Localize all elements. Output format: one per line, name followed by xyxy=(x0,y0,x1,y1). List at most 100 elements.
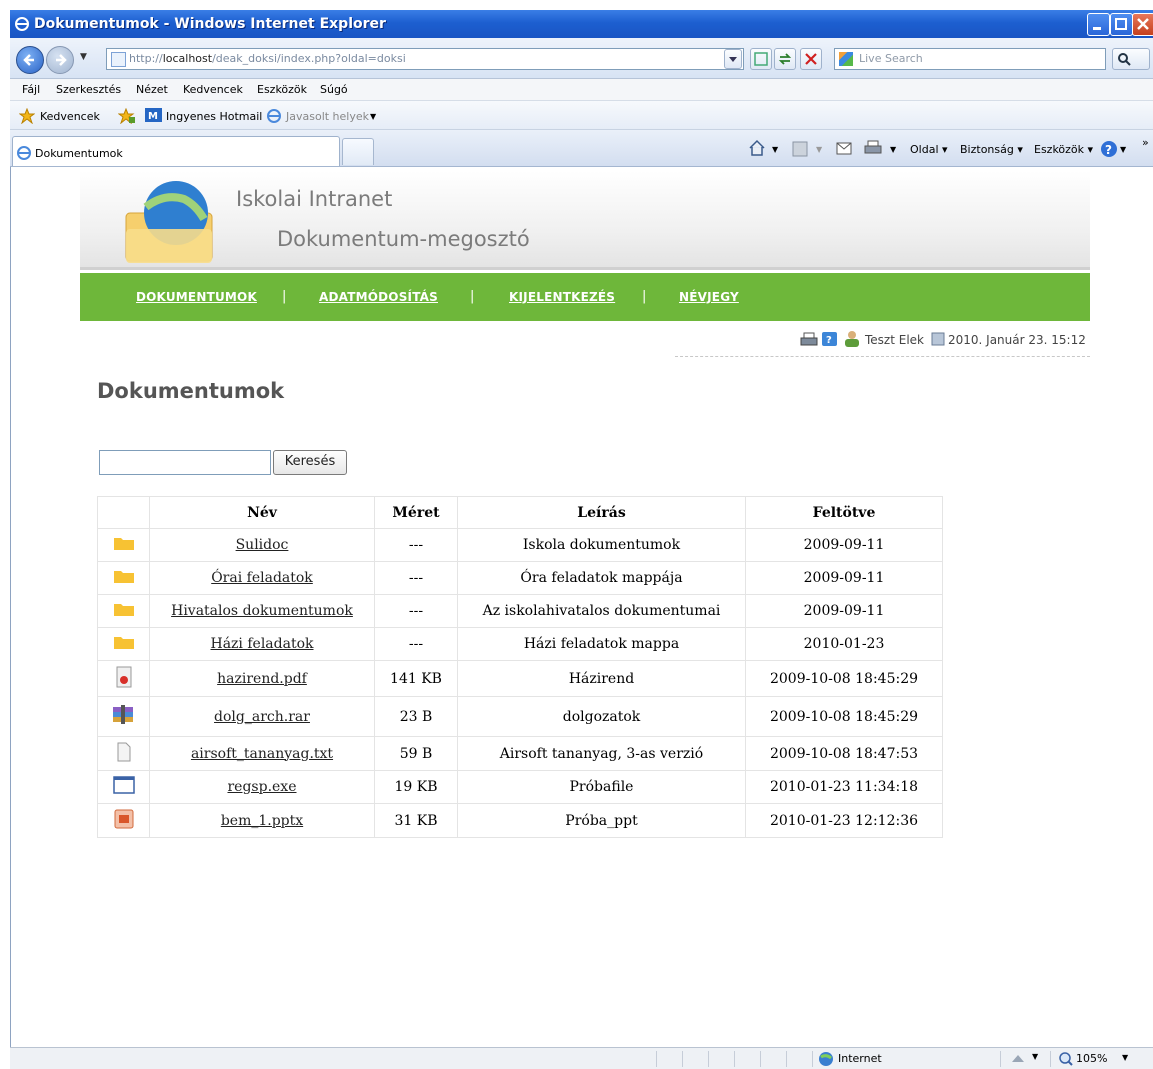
folder-icon xyxy=(113,571,134,583)
column-header-size: Méret xyxy=(374,496,458,529)
name-cell: Házi feladatok xyxy=(149,627,375,661)
chevron-down-icon[interactable]: ▼ xyxy=(772,145,778,154)
nav-kijelentkezes[interactable]: KIJELENTKEZÉS xyxy=(509,290,615,304)
close-button[interactable] xyxy=(1132,13,1153,36)
fav-suggested-link[interactable]: Javasolt helyek xyxy=(286,110,369,123)
maximize-button[interactable] xyxy=(1110,13,1133,36)
description-cell: Óra feladatok mappája xyxy=(457,561,746,595)
print-icon[interactable] xyxy=(864,140,882,156)
favorites-bar: Kedvencek M Ingyenes Hotmail Javasolt he… xyxy=(10,101,1153,130)
address-dropdown-button[interactable] xyxy=(724,49,742,69)
menu-edit[interactable]: Szerkesztés xyxy=(56,83,121,96)
feeds-icon[interactable] xyxy=(792,141,808,157)
tools-menu-button[interactable]: Eszközök ▾ xyxy=(1034,143,1093,156)
file-link[interactable]: regsp.exe xyxy=(227,779,296,795)
more-commands-icon[interactable]: » xyxy=(1142,136,1149,149)
page-content: Iskolai Intranet Dokumentum-megosztó DOK… xyxy=(10,167,1153,1047)
powerpoint-file-icon xyxy=(114,809,133,828)
size-cell: 141 KB xyxy=(374,660,458,697)
site-title: Iskolai Intranet xyxy=(236,187,393,211)
zoom-level[interactable]: 105% xyxy=(1076,1052,1107,1065)
page-menu-label: Oldal xyxy=(910,143,939,156)
row-icon-cell xyxy=(97,627,150,661)
executable-icon xyxy=(112,776,135,794)
protected-mode-icon[interactable] xyxy=(1010,1052,1026,1066)
fav-hotmail-link[interactable]: Ingyenes Hotmail xyxy=(166,110,262,123)
chevron-down-icon[interactable]: ▼ xyxy=(370,112,376,121)
ie-logo-icon xyxy=(17,146,31,160)
nav-nevjegy[interactable]: NÉVJEGY xyxy=(679,290,739,304)
size-cell: 19 KB xyxy=(374,770,458,804)
tab-dokumentumok[interactable]: Dokumentumok xyxy=(12,136,340,166)
search-input[interactable] xyxy=(99,450,271,475)
file-link[interactable]: hazirend.pdf xyxy=(217,671,307,687)
name-cell: hazirend.pdf xyxy=(149,660,375,697)
menu-favorites[interactable]: Kedvencek xyxy=(183,83,243,96)
favorites-button[interactable]: Kedvencek xyxy=(40,110,100,123)
help-icon[interactable]: ? xyxy=(1100,140,1118,158)
file-link[interactable]: bem_1.pptx xyxy=(221,813,303,829)
row-icon-cell xyxy=(97,660,150,697)
name-cell: dolg_arch.rar xyxy=(149,696,375,737)
stop-button[interactable] xyxy=(800,48,822,70)
zoom-icon xyxy=(1059,1052,1073,1066)
nav-dokumentumok[interactable]: DOKUMENTUMOK xyxy=(136,290,257,304)
hotmail-icon: M xyxy=(145,108,162,122)
file-link[interactable]: dolg_arch.rar xyxy=(214,709,310,725)
file-link[interactable]: Házi feladatok xyxy=(211,636,314,652)
search-button[interactable]: Keresés xyxy=(273,450,347,475)
date-cell: 2010-01-23 xyxy=(745,627,943,661)
menu-file[interactable]: Fájl xyxy=(22,83,40,96)
name-cell: Sulidoc xyxy=(149,528,375,562)
minimize-button[interactable] xyxy=(1087,13,1110,36)
chevron-down-icon xyxy=(729,57,737,62)
search-go-button[interactable] xyxy=(1112,48,1150,70)
compatibility-button[interactable] xyxy=(750,48,772,70)
search-field[interactable]: Live Search xyxy=(834,48,1106,70)
live-search-logo-icon xyxy=(839,52,853,66)
nav-adatmodositas[interactable]: ADATMÓDOSÍTÁS xyxy=(319,290,438,304)
safety-menu-button[interactable]: Biztonság ▾ xyxy=(960,143,1023,156)
calendar-icon xyxy=(931,332,945,346)
chevron-down-icon[interactable]: ▼ xyxy=(890,145,896,154)
user-name: Teszt Elek xyxy=(865,333,924,347)
rar-archive-icon xyxy=(112,704,133,724)
back-button[interactable] xyxy=(16,46,44,74)
chevron-down-icon[interactable]: ▼ xyxy=(1120,145,1126,154)
file-link[interactable]: Órai feladatok xyxy=(211,570,313,586)
name-cell: Órai feladatok xyxy=(149,561,375,595)
date-cell: 2009-09-11 xyxy=(745,561,943,595)
table-row: Sulidoc --- Iskola dokumentumok 2009-09-… xyxy=(97,528,943,562)
table-row: regsp.exe 19 KB Próbafile 2010-01-23 11:… xyxy=(97,770,943,804)
address-field[interactable]: http://localhost/deak_doksi/index.php?ol… xyxy=(106,48,744,70)
new-tab-button[interactable] xyxy=(342,138,374,165)
file-link[interactable]: Sulidoc xyxy=(236,537,289,553)
user-info-bar: ? Teszt Elek 2010. Január 23. 15:12 xyxy=(675,328,1090,357)
forward-button[interactable] xyxy=(46,46,74,74)
url-path: /deak_doksi/index.php?oldal=doksi xyxy=(212,52,406,65)
history-dropdown-icon[interactable]: ▼ xyxy=(80,52,87,62)
menu-help[interactable]: Súgó xyxy=(320,83,348,96)
add-favorites-icon[interactable] xyxy=(118,108,136,124)
name-cell: Hivatalos dokumentumok xyxy=(149,594,375,628)
folder-icon xyxy=(113,604,134,616)
row-icon-cell xyxy=(97,803,150,838)
stop-icon xyxy=(805,53,817,65)
mail-icon[interactable] xyxy=(836,142,852,156)
home-icon[interactable] xyxy=(748,139,766,157)
menu-view[interactable]: Nézet xyxy=(136,83,168,96)
column-header-description: Leírás xyxy=(457,496,746,529)
file-link[interactable]: Hivatalos dokumentumok xyxy=(171,603,353,619)
svg-text:?: ? xyxy=(826,335,832,346)
menu-tools[interactable]: Eszközök xyxy=(257,83,307,96)
table-header-row: Név Méret Leírás Feltötve xyxy=(97,496,943,529)
refresh-button[interactable] xyxy=(774,48,796,70)
help-book-icon[interactable]: ? xyxy=(821,331,839,347)
chevron-down-icon[interactable]: ▼ xyxy=(816,145,822,154)
file-link[interactable]: airsoft_tananyag.txt xyxy=(191,746,333,762)
description-cell: Próba_ppt xyxy=(457,803,746,838)
page-menu-button[interactable]: Oldal ▾ xyxy=(910,143,948,156)
chevron-down-icon[interactable]: ▼ xyxy=(1122,1053,1128,1062)
print-icon[interactable] xyxy=(800,332,818,348)
chevron-down-icon[interactable]: ▼ xyxy=(1032,1052,1038,1061)
